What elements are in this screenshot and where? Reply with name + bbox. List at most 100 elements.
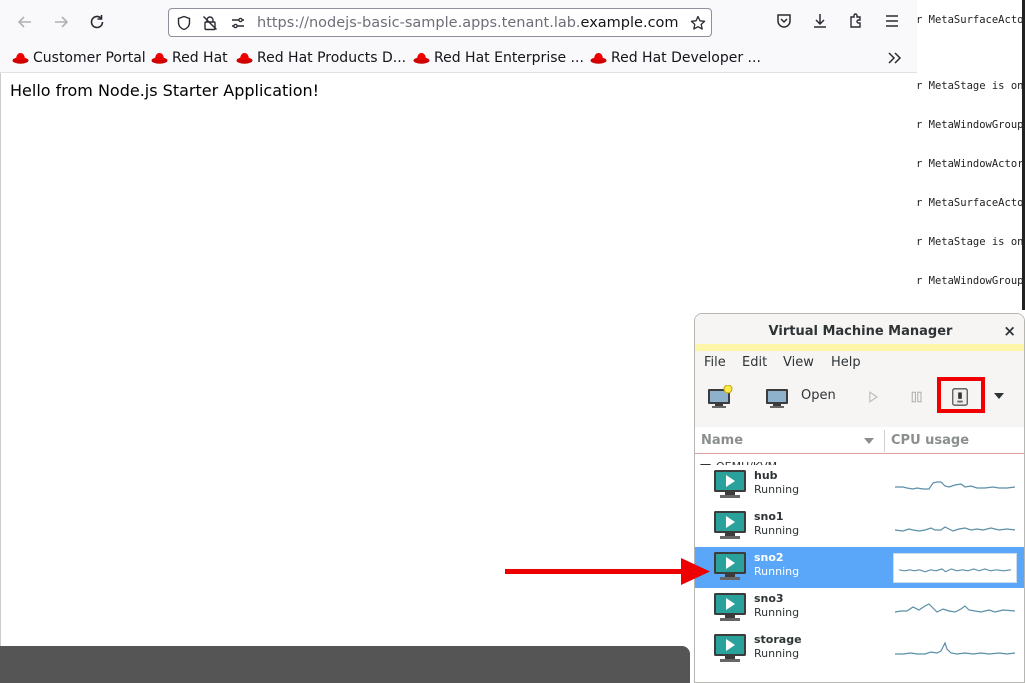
forward-button[interactable] (47, 8, 75, 36)
cpu-usage-sparkline (894, 603, 1016, 613)
vm-row-sno3[interactable]: sno3 Running (695, 588, 1024, 629)
column-separator (884, 430, 885, 452)
annotation-arrow-icon (505, 558, 710, 585)
window-title: Virtual Machine Manager (768, 324, 953, 339)
vm-monitor-icon (714, 552, 746, 580)
redhat-logo-icon (590, 53, 607, 64)
hamburger-icon (886, 15, 898, 27)
shield-icon[interactable] (175, 14, 193, 32)
vm-monitor-icon (714, 593, 746, 621)
vm-row-sno2[interactable]: sno2 Running (695, 547, 1024, 588)
vmm-titlebar[interactable]: Virtual Machine Manager × (695, 314, 1024, 351)
page-text: Hello from Node.js Starter Application! (10, 81, 320, 100)
menu-help[interactable]: Help (831, 355, 861, 370)
arrow-right-icon (55, 16, 69, 28)
downloads-button[interactable] (809, 10, 831, 32)
pause-button[interactable] (907, 387, 927, 407)
vm-status: Running (754, 606, 800, 619)
vm-list-header: Name CPU usage (695, 427, 1024, 454)
vm-monitor-icon (714, 470, 746, 498)
cpu-usage-sparkline (894, 526, 1016, 532)
menu-button[interactable] (881, 10, 903, 32)
open-label[interactable]: Open (801, 388, 836, 403)
sort-down-icon[interactable] (863, 436, 875, 446)
permissions-icon[interactable] (229, 14, 247, 32)
redhat-logo-icon (413, 53, 430, 64)
open-vm-button[interactable] (765, 385, 791, 409)
puzzle-icon (850, 13, 861, 28)
bookmark-item[interactable]: Red Hat Enterprise ... (413, 49, 584, 67)
new-vm-icon (708, 385, 733, 408)
vm-status: Running (754, 565, 800, 578)
url-subdomain: nodejs-basic-sample.apps.tenant.lab. (308, 15, 581, 31)
bookmarks-overflow-button[interactable] (886, 49, 907, 67)
vm-row-hub[interactable]: hub Running (695, 465, 1024, 506)
double-chevron-right-icon (888, 52, 902, 64)
bookmark-label: Red Hat Products D... (257, 50, 407, 66)
url-text[interactable]: https://nodejs-basic-sample.apps.tenant.… (257, 14, 679, 32)
vm-monitor-icon (714, 511, 746, 539)
vmm-toolbar: Open (695, 377, 1024, 427)
pause-icon (911, 391, 922, 403)
column-cpu-usage[interactable]: CPU usage (891, 433, 969, 448)
vmm-window: Virtual Machine Manager × File Edit View… (694, 313, 1025, 683)
cpu-usage-sparkline (895, 641, 1016, 655)
url-bar[interactable]: https://nodejs-basic-sample.apps.tenant.… (168, 8, 712, 37)
cpu-usage-sparkline (893, 553, 1017, 583)
highlight-box (937, 377, 985, 413)
redhat-logo-icon (12, 53, 29, 64)
reload-icon (90, 15, 104, 29)
vm-row-sno1[interactable]: sno1 Running (695, 506, 1024, 547)
redhat-logo-icon (151, 53, 168, 64)
vm-row-storage[interactable]: storage Running (695, 629, 1024, 670)
extensions-button[interactable] (845, 10, 867, 32)
bookmark-label: Customer Portal (33, 50, 146, 66)
terminal-line: r MetaWindowGroup (917, 119, 1024, 131)
vm-name: sno1 (754, 510, 784, 523)
bookmark-label: Red Hat (172, 50, 228, 66)
monitor-icon (766, 389, 788, 408)
menu-file[interactable]: File (704, 355, 726, 370)
terminal-line: r MetaWindowGroup (917, 275, 1024, 287)
column-name[interactable]: Name (701, 433, 743, 448)
bookmark-star-icon[interactable] (689, 14, 707, 32)
terminal-line: r MetaWindowActor (917, 158, 1024, 170)
bookmarks-bar: Customer Portal Red Hat Red Hat Products… (0, 44, 917, 73)
terminal-line: r MetaSurfaceActo (917, 14, 1024, 26)
bookmark-label: Red Hat Developer ... (611, 50, 761, 66)
back-button[interactable] (11, 8, 39, 36)
menu-edit[interactable]: Edit (742, 355, 767, 370)
arrow-left-icon (17, 16, 31, 28)
bookmark-item[interactable]: Red Hat Developer ... (590, 49, 761, 67)
insecure-lock-icon[interactable] (201, 14, 219, 32)
new-vm-button[interactable] (707, 385, 733, 409)
pocket-button[interactable] (773, 10, 795, 32)
close-icon[interactable]: × (1003, 322, 1016, 340)
vm-monitor-icon (714, 634, 746, 662)
bookmark-label: Red Hat Enterprise ... (434, 50, 584, 66)
reload-button[interactable] (83, 8, 111, 36)
vm-name: storage (754, 633, 802, 646)
pocket-icon (777, 14, 791, 28)
bookmark-item[interactable]: Customer Portal (12, 49, 146, 67)
menu-bar: File Edit View Help (695, 351, 1024, 377)
caret-down-icon (994, 393, 1004, 399)
bookmark-item[interactable]: Red Hat (151, 49, 228, 67)
terminal-line: r MetaStage is on (917, 80, 1024, 92)
url-scheme: https:// (257, 15, 309, 31)
terminal-window: r MetaSurfaceActo r MetaStage is on r Me… (917, 0, 1025, 310)
bookmark-item[interactable]: Red Hat Products D... (236, 49, 406, 67)
terminal-line: r MetaSurfaceActo (917, 197, 1024, 209)
download-icon (814, 14, 826, 28)
vm-name: sno3 (754, 592, 784, 605)
taskbar (0, 646, 690, 683)
terminal-line: r MetaStage is on (917, 236, 1024, 248)
cpu-usage-sparkline (895, 481, 1016, 490)
menu-view[interactable]: View (783, 355, 814, 370)
vm-status: Running (754, 647, 800, 660)
shutdown-dropdown-button[interactable] (992, 389, 1006, 403)
run-button[interactable] (863, 387, 883, 407)
vm-name: hub (754, 469, 778, 482)
redhat-logo-icon (236, 53, 253, 64)
vm-name: sno2 (754, 551, 784, 564)
